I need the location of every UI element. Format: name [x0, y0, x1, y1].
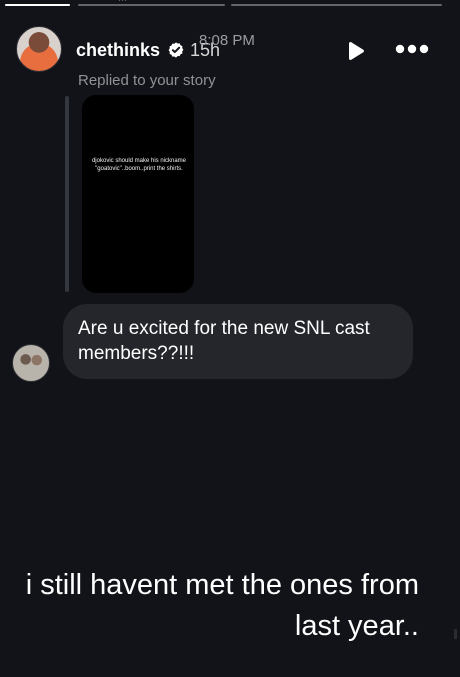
reply-quote-line	[65, 96, 69, 292]
story-caption-line-1: i still havent met the ones from	[25, 569, 419, 601]
profile-avatar[interactable]	[16, 26, 62, 72]
play-icon[interactable]	[343, 39, 367, 63]
replied-to-story-label: Replied to your story	[78, 72, 216, 89]
story-progress-segment-2	[78, 4, 225, 6]
story-caption-line-2: last year..	[294, 610, 419, 642]
edge-mark	[454, 629, 457, 639]
story-progress-fill-1	[5, 4, 70, 6]
timestamp-overlay: 8:08 PM	[199, 32, 255, 49]
story-progress	[0, 4, 460, 7]
message-bubble[interactable]: Are u excited for the new SNL cast membe…	[63, 304, 413, 379]
username[interactable]: chethinks	[76, 40, 160, 61]
story-preview-text: djokovic should make his nickname "goato…	[91, 158, 187, 172]
message-text: Are u excited for the new SNL cast membe…	[78, 318, 370, 364]
story-caption: i still havent met the ones from last ye…	[0, 565, 419, 647]
sender-avatar[interactable]	[12, 344, 50, 382]
story-progress-segment-1	[5, 4, 70, 6]
more-options-icon[interactable]	[395, 43, 429, 55]
verified-badge-icon	[168, 42, 184, 58]
story-preview-thumbnail[interactable]: djokovic should make his nickname "goato…	[82, 95, 194, 293]
story-reply-screen: ... chethinks 15h 8:08 PM Replied to you…	[0, 0, 460, 677]
story-progress-segment-3	[231, 4, 442, 6]
